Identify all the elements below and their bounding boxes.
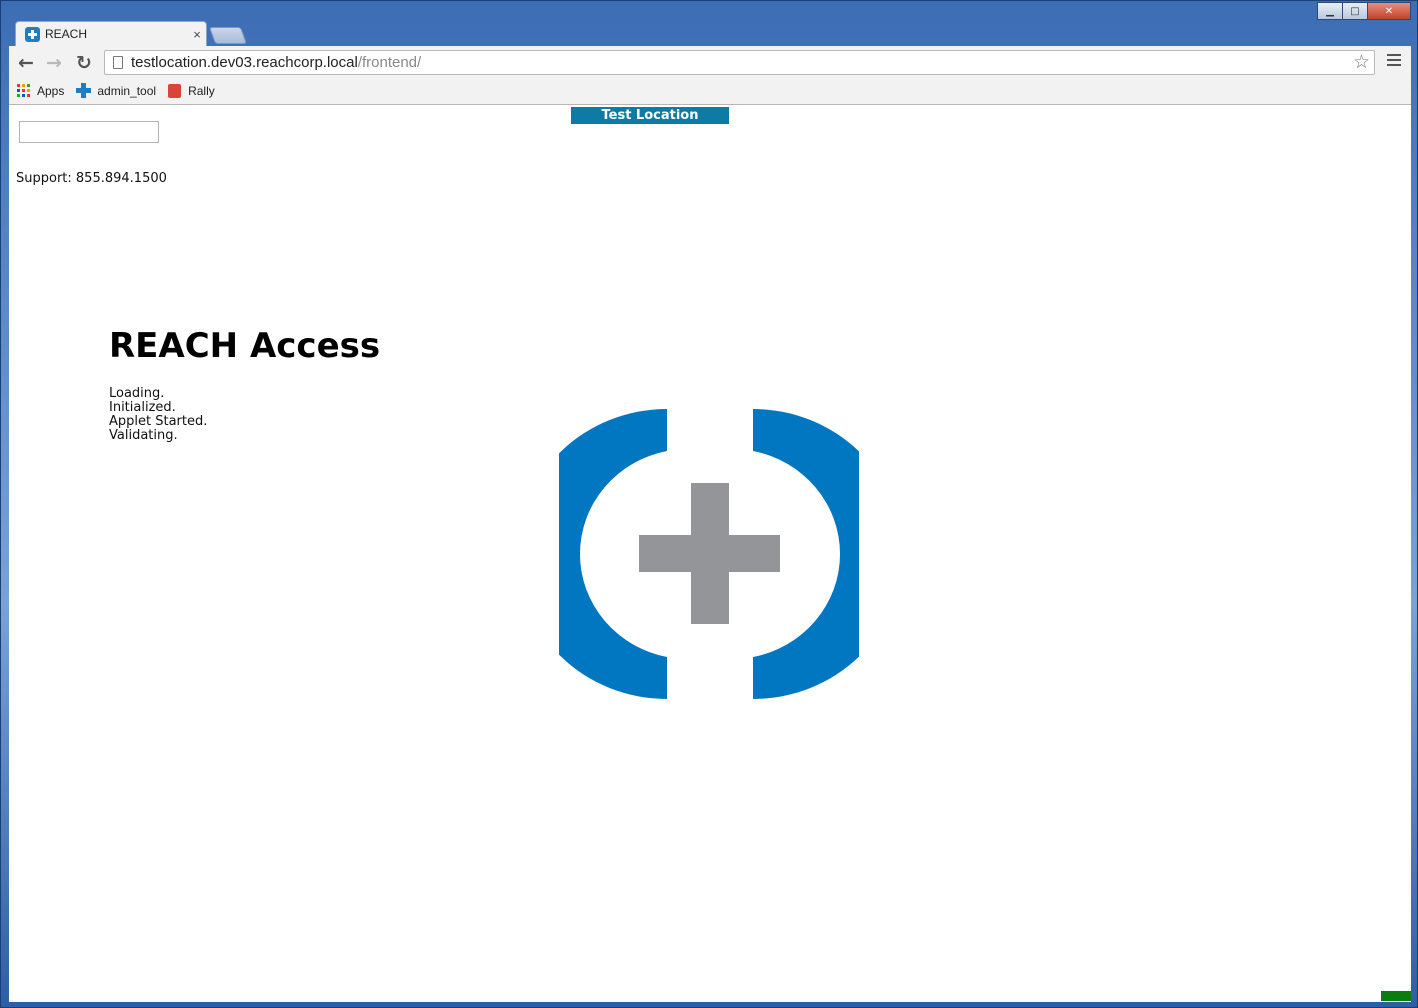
rally-icon (168, 83, 182, 98)
minimize-button[interactable]: ▁ (1317, 2, 1343, 20)
forward-button[interactable]: → (42, 51, 66, 75)
environment-badge: Test Location (dev03) (571, 107, 729, 140)
page-title: REACH Access (109, 326, 381, 366)
status-log: Loading. Initialized. Applet Started. Va… (109, 387, 207, 443)
bookmark-star-icon[interactable]: ☆ (1353, 51, 1370, 74)
address-bar[interactable]: testlocation.dev03.reachcorp.local/front… (104, 50, 1375, 75)
chrome-menu-icon[interactable] (1387, 54, 1401, 68)
reload-button[interactable]: ↻ (72, 51, 96, 75)
bookmark-apps[interactable]: Apps (17, 84, 64, 98)
top-text-input[interactable] (19, 121, 159, 143)
bookmarks-bar: Apps admin_tool Rally (17, 83, 227, 98)
maximize-button[interactable]: □ (1342, 2, 1368, 20)
close-tab-icon[interactable]: × (188, 27, 206, 42)
status-line: Initialized. (109, 400, 176, 415)
bookmark-label: Apps (37, 83, 65, 98)
bookmark-rally[interactable]: Rally (168, 83, 215, 98)
reach-logo-icon (559, 409, 859, 699)
logo-plus-horizontal (639, 535, 780, 572)
tab-title: REACH (45, 27, 88, 41)
status-line: Loading. (109, 386, 165, 401)
status-line: Validating. (109, 428, 178, 443)
browser-tab[interactable]: REACH × (15, 21, 207, 46)
status-indicator (1381, 991, 1411, 1001)
page-icon (113, 56, 123, 69)
bookmark-label: admin_tool (97, 83, 157, 98)
window-controls: ▁ □ ✕ (1317, 2, 1411, 20)
browser-toolbar: ← → ↻ testlocation.dev03.reachcorp.local… (9, 46, 1411, 105)
bookmark-admin-tool[interactable]: admin_tool (76, 83, 156, 98)
url-path: /frontend/ (357, 54, 422, 71)
back-button[interactable]: ← (14, 51, 38, 75)
browser-window: ▁ □ ✕ REACH × ← → ↻ testlocation.dev03.r… (0, 0, 1418, 1008)
close-window-button[interactable]: ✕ (1367, 2, 1411, 20)
apps-grid-icon (17, 84, 30, 97)
reach-favicon-icon (25, 26, 40, 42)
support-phone: Support: 855.894.1500 (16, 171, 167, 186)
url-host: testlocation.dev03.reachcorp.local (131, 54, 358, 71)
bookmark-label: Rally (188, 83, 215, 98)
admin-tool-icon (76, 83, 92, 98)
new-tab-button[interactable] (208, 27, 248, 44)
status-line: Applet Started. (109, 414, 208, 429)
page-content: Test Location (dev03) Support: 855.894.1… (9, 105, 1411, 1002)
